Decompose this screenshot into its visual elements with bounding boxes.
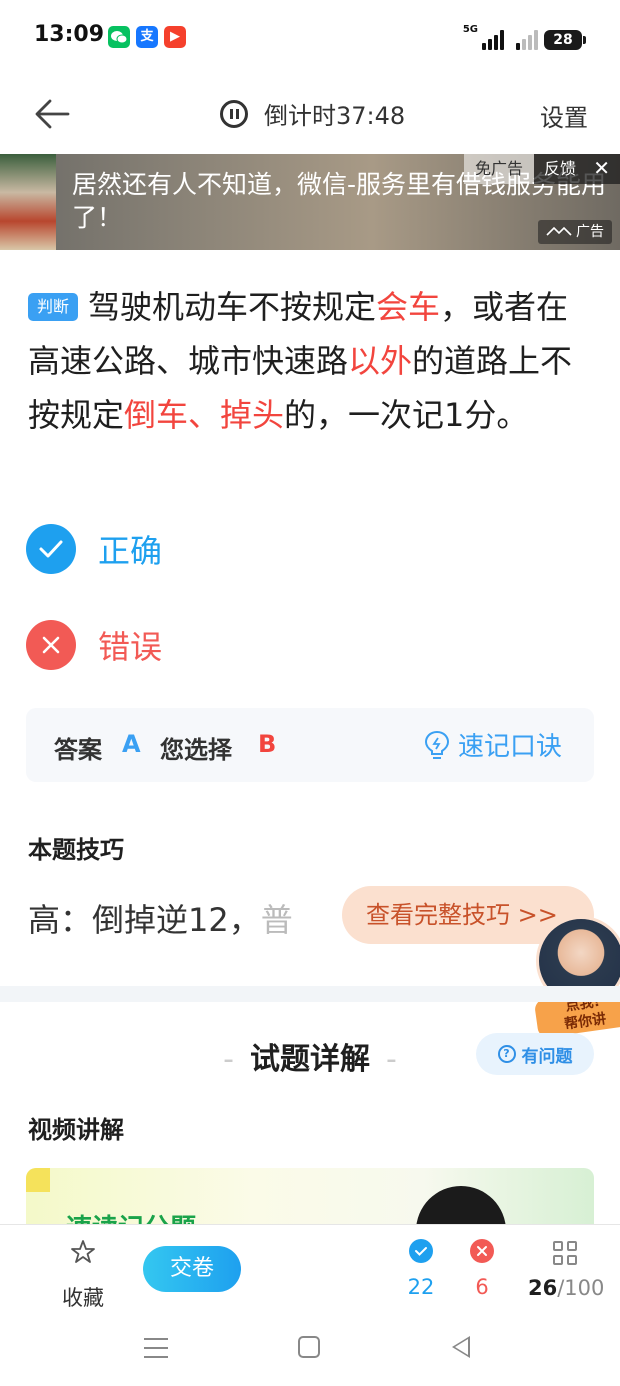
network-type: 5G xyxy=(462,24,478,35)
settings-button[interactable]: 设置 xyxy=(540,98,588,133)
check-icon xyxy=(409,1239,433,1263)
question-keyword: 以外 xyxy=(348,342,413,380)
question-keyword: 会车 xyxy=(376,288,441,326)
ad-tag: 广告 xyxy=(537,220,612,244)
report-question-label: 有问题 xyxy=(521,1046,573,1067)
lightbulb-icon xyxy=(424,730,449,759)
question-segment: 的，一次记1分。 xyxy=(284,396,529,434)
question-type-badge: 判断 xyxy=(28,293,79,321)
x-icon xyxy=(470,1239,494,1263)
favorite-button[interactable]: 收藏 xyxy=(60,1239,106,1312)
ad-tag-label: 广告 xyxy=(576,224,604,240)
status-indicators: 5G 28 xyxy=(462,24,586,50)
cross-icon xyxy=(26,620,76,670)
answer-panel: 答案 A 您选择 B 速记口诀 xyxy=(26,708,594,782)
top-nav: 倒计时37:48 设置 xyxy=(0,74,620,154)
favorite-label: 收藏 xyxy=(62,1286,104,1310)
question-keyword: 倒车、掉头 xyxy=(124,396,285,434)
correct-count-value: 22 xyxy=(407,1275,435,1299)
mnemonic-label: 速记口诀 xyxy=(457,732,562,762)
wrong-count[interactable]: 6 xyxy=(462,1239,502,1299)
ad-banner[interactable]: 居然还有人不知道，微信-服务里有借钱服务能用了！ 免广告 反馈 ✕ 广告 xyxy=(0,154,620,250)
question-progress[interactable]: 26/100 xyxy=(528,1276,604,1300)
option-label: 错误 xyxy=(98,628,163,666)
back-triangle-icon[interactable] xyxy=(452,1336,470,1358)
video-thumbnail-accent xyxy=(26,1168,50,1192)
status-bar: 13:09 支 ▶ 5G 28 xyxy=(0,0,620,74)
countdown-text: 倒计时37:48 xyxy=(264,102,406,130)
question-grid-icon[interactable] xyxy=(553,1241,577,1265)
wrong-count-value: 6 xyxy=(475,1275,489,1299)
tips-text: 高：倒掉逆12，普 xyxy=(28,895,293,941)
home-icon[interactable] xyxy=(298,1336,320,1358)
correct-count[interactable]: 22 xyxy=(401,1239,441,1299)
wechat-icon xyxy=(108,26,130,48)
ad-image xyxy=(0,154,56,250)
bottom-toolbar: 收藏 交卷 22 6 26/100 xyxy=(0,1224,620,1322)
close-icon[interactable]: ✕ xyxy=(593,156,610,180)
chosen-value: B xyxy=(258,730,277,758)
battery-icon: 28 xyxy=(544,30,586,50)
question-text: 判断 驾驶机动车不按规定会车，或者在高速公路、城市快速路以外的道路上不按规定倒车、… xyxy=(28,280,588,442)
option-wrong[interactable]: 错误 xyxy=(26,620,162,670)
chosen-label: 您选择 xyxy=(160,736,232,764)
tips-title: 本题技巧 xyxy=(28,836,124,864)
question-mark-icon: ? xyxy=(497,1045,516,1063)
current-question: 26 xyxy=(528,1276,558,1300)
mnemonic-button[interactable]: 速记口诀 xyxy=(424,726,562,763)
video-thumbnail-text: 速读记分题 xyxy=(66,1208,196,1224)
back-button[interactable] xyxy=(30,92,74,136)
submit-exam-button[interactable]: 交卷 xyxy=(143,1246,241,1292)
video-title: 视频讲解 xyxy=(28,1116,124,1144)
menu-icon[interactable] xyxy=(144,1338,168,1358)
answer-label: 答案 xyxy=(54,736,102,764)
option-label: 正确 xyxy=(98,532,163,570)
ad-feedback-label: 反馈 xyxy=(544,159,577,178)
video-card[interactable]: 速读记分题 xyxy=(26,1168,594,1224)
signal-icon xyxy=(482,28,504,50)
system-nav-bar xyxy=(0,1322,620,1386)
pause-icon[interactable] xyxy=(220,99,248,128)
signal-secondary-icon xyxy=(516,28,538,50)
option-correct[interactable]: 正确 xyxy=(26,524,162,574)
alipay-icon: 支 xyxy=(136,26,158,48)
tips-text-visible: 高：倒掉逆12， xyxy=(28,901,261,939)
report-question-button[interactable]: ? 有问题 xyxy=(476,1033,594,1075)
explanation-title-text: 试题详解 xyxy=(250,1042,370,1077)
total-questions: /100 xyxy=(557,1276,605,1300)
star-icon xyxy=(60,1239,106,1272)
checkmark-icon xyxy=(26,524,76,574)
remove-ads-button[interactable]: 免广告 xyxy=(464,154,534,184)
answer-value: A xyxy=(122,730,141,758)
tips-text-faded: 普 xyxy=(260,901,293,939)
question-segment: 驾驶机动车不按规定 xyxy=(88,288,377,326)
section-divider xyxy=(0,986,620,1002)
video-presenter xyxy=(416,1186,506,1224)
tutor-avatar[interactable]: 点我! 帮你讲 xyxy=(530,916,620,1039)
countdown-timer[interactable]: 倒计时37:48 xyxy=(220,96,405,131)
video-app-icon: ▶ xyxy=(164,26,186,48)
arrow-left-icon xyxy=(35,99,70,129)
status-time: 13:09 xyxy=(34,22,105,47)
ad-logo-icon xyxy=(545,226,572,236)
